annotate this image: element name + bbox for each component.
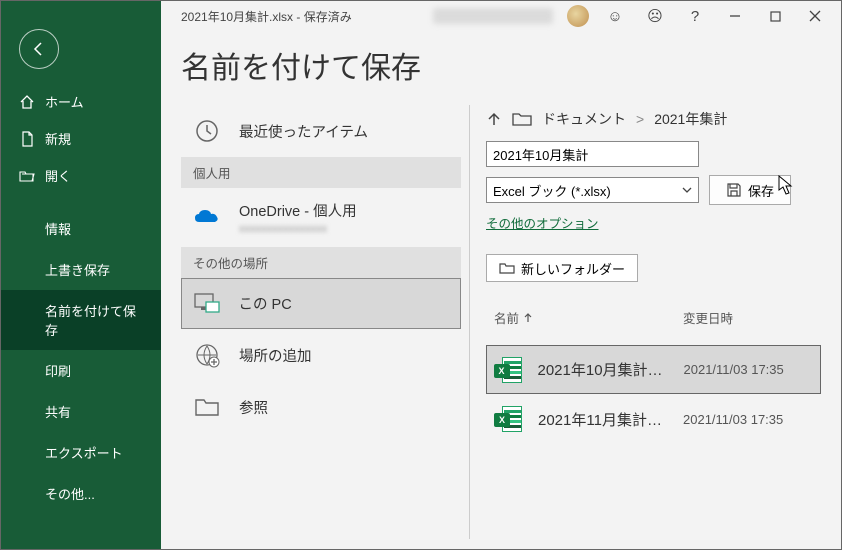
folder-icon xyxy=(512,111,532,127)
location-label: 参照 xyxy=(239,397,268,418)
breadcrumb-current[interactable]: 2021年集計 xyxy=(654,109,727,129)
home-icon xyxy=(19,94,35,110)
folder-open-icon xyxy=(19,168,35,184)
filename-input[interactable] xyxy=(486,141,699,167)
close-button[interactable] xyxy=(797,2,833,30)
pc-icon xyxy=(193,290,221,318)
frown-icon[interactable]: ☹ xyxy=(637,2,673,30)
sidebar-item-saveas[interactable]: 名前を付けて保存 xyxy=(1,290,161,350)
location-addplace[interactable]: 場所の追加 xyxy=(181,329,461,381)
chevron-down-icon xyxy=(682,187,692,193)
sidebar-item-print[interactable]: 印刷 xyxy=(1,350,161,391)
section-other: その他の場所 xyxy=(181,247,461,278)
sidebar-item-export[interactable]: エクスポート xyxy=(1,432,161,473)
new-folder-label: 新しいフォルダー xyxy=(521,259,625,278)
sidebar-item-info[interactable]: 情報 xyxy=(1,208,161,249)
file-name: 2021年10月集計… xyxy=(538,359,670,380)
sidebar-item-save[interactable]: 上書き保存 xyxy=(1,249,161,290)
sidebar-label: 新規 xyxy=(45,129,71,148)
location-label: 最近使ったアイテム xyxy=(239,121,368,142)
sidebar-item-open[interactable]: 開く xyxy=(1,157,161,194)
breadcrumb-sep: > xyxy=(636,111,644,127)
save-panel: ドキュメント > 2021年集計 Excel ブック (*.xlsx) 保存 xyxy=(486,105,841,539)
more-options-link[interactable]: その他のオプション xyxy=(486,213,821,232)
sidebar-label: 開く xyxy=(45,166,71,185)
sidebar-item-new[interactable]: 新規 xyxy=(1,120,161,157)
sidebar-label: ホーム xyxy=(45,92,84,111)
filetype-label: Excel ブック (*.xlsx) xyxy=(493,181,611,200)
titlebar: 2021年10月集計.xlsx - 保存済み ☺ ☹ ? xyxy=(161,1,841,31)
minimize-button[interactable] xyxy=(717,2,753,30)
up-arrow-icon[interactable] xyxy=(486,111,502,127)
sidebar-item-home[interactable]: ホーム xyxy=(1,83,161,120)
maximize-button[interactable] xyxy=(757,2,793,30)
onedrive-account: xxxxxxxxxxxxxxxx xyxy=(239,223,357,235)
location-thispc[interactable]: この PC xyxy=(181,278,461,329)
file-list: X 2021年10月集計… 2021/11/03 17:35 X 2021年11… xyxy=(486,345,821,444)
location-onedrive[interactable]: OneDrive - 個人用 xxxxxxxxxxxxxxxx xyxy=(181,188,461,247)
avatar[interactable] xyxy=(567,5,589,27)
smile-icon[interactable]: ☺ xyxy=(597,2,633,30)
account-name-blurred xyxy=(433,8,553,24)
file-list-header: 名前 変更日時 xyxy=(486,290,821,337)
save-icon xyxy=(726,182,742,198)
section-personal: 個人用 xyxy=(181,157,461,188)
excel-file-icon: X xyxy=(494,355,524,385)
file-date: 2021/11/03 17:35 xyxy=(683,412,813,427)
divider xyxy=(469,105,470,539)
location-label: 場所の追加 xyxy=(239,345,312,366)
main: 2021年10月集計.xlsx - 保存済み ☺ ☹ ? 名前を付けて保存 xyxy=(161,1,841,549)
onedrive-icon xyxy=(193,204,221,232)
back-arrow-icon xyxy=(31,41,47,57)
help-icon[interactable]: ? xyxy=(677,2,713,30)
sidebar-item-share[interactable]: 共有 xyxy=(1,391,161,432)
breadcrumb-folder[interactable]: ドキュメント xyxy=(542,109,626,129)
file-name: 2021年11月集計… xyxy=(538,409,669,430)
save-label: 保存 xyxy=(748,181,774,200)
col-name-header[interactable]: 名前 xyxy=(494,308,683,327)
file-row[interactable]: X 2021年10月集計… 2021/11/03 17:35 xyxy=(486,345,821,394)
back-button[interactable] xyxy=(19,29,59,69)
clock-icon xyxy=(193,117,221,145)
sidebar: ホーム 新規 開く 情報 上書き保存 名前を付けて保存 印刷 共有 エクスポート… xyxy=(1,1,161,549)
sort-asc-icon xyxy=(523,313,533,323)
add-place-icon xyxy=(193,341,221,369)
sidebar-item-other[interactable]: その他... xyxy=(1,473,161,514)
filetype-select[interactable]: Excel ブック (*.xlsx) xyxy=(486,177,699,203)
save-button[interactable]: 保存 xyxy=(709,175,791,205)
locations-list: 最近使ったアイテム 個人用 OneDrive - 個人用 xxxxxxxxxxx… xyxy=(161,105,461,539)
excel-file-icon: X xyxy=(494,404,524,434)
titlebar-filename: 2021年10月集計.xlsx - 保存済み xyxy=(181,8,352,25)
file-date: 2021/11/03 17:35 xyxy=(684,362,814,377)
new-folder-button[interactable]: 新しいフォルダー xyxy=(486,254,638,282)
file-row[interactable]: X 2021年11月集計… 2021/11/03 17:35 xyxy=(486,394,821,444)
location-browse[interactable]: 参照 xyxy=(181,381,461,433)
location-label: OneDrive - 個人用 xyxy=(239,200,357,221)
page-title: 名前を付けて保存 xyxy=(161,31,841,105)
file-icon xyxy=(19,131,35,147)
location-label: この PC xyxy=(239,293,292,314)
col-date-header[interactable]: 変更日時 xyxy=(683,308,813,327)
new-folder-icon xyxy=(499,261,515,275)
breadcrumb[interactable]: ドキュメント > 2021年集計 xyxy=(486,105,821,133)
location-recent[interactable]: 最近使ったアイテム xyxy=(181,105,461,157)
folder-icon xyxy=(193,393,221,421)
